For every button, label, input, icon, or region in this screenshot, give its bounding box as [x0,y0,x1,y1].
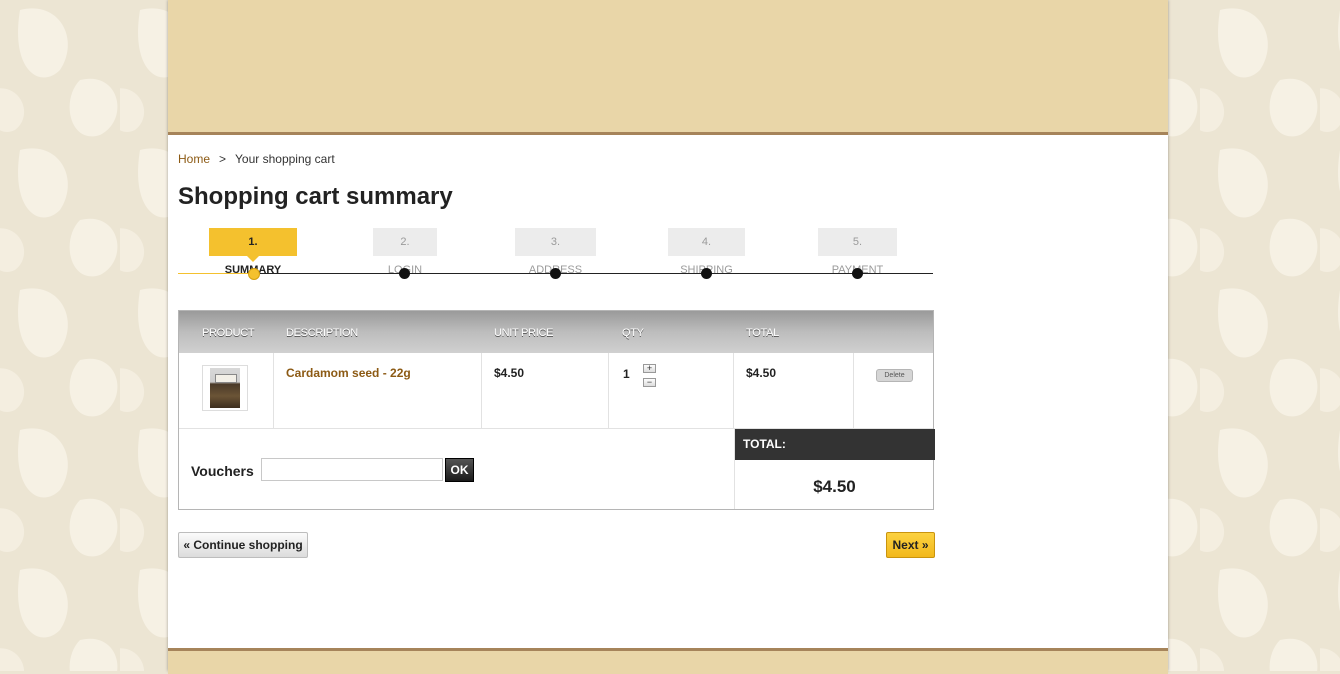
checkout-steps: 1. Summary 2. Login 3. Address 4. Shippi… [178,228,934,288]
table-row: Cardamom seed - 22g $4.50 1 + − $4.50 De… [179,353,933,428]
breadcrumb-home-link[interactable]: Home [178,152,210,166]
site-footer [168,648,1168,674]
column-qty: Qty [622,327,644,339]
quantity-decrease-button[interactable]: − [643,378,656,387]
product-unit-price: $4.50 [494,366,525,380]
cart-total-block: TOTAL: $4.50 [734,429,935,509]
step-progress-line-done [178,273,253,274]
column-divider [733,353,734,428]
total-label: TOTAL: [735,429,935,460]
step-dot-shipping [701,268,712,279]
step-payment[interactable]: 5. Payment [818,228,897,276]
step-dot-address [550,268,561,279]
column-divider [273,353,274,428]
product-quantity: 1 [623,367,630,381]
step-login[interactable]: 2. Login [373,228,437,276]
column-divider [481,353,482,428]
step-summary[interactable]: 1. Summary [209,228,297,276]
delete-item-button[interactable]: Delete [876,369,913,382]
voucher-code-input[interactable] [261,458,443,481]
product-thumbnail[interactable] [202,365,248,411]
column-total: Total [746,327,779,339]
step-dot-login [399,268,410,279]
cart-table: Product Description Unit price Qty Total… [178,310,935,510]
next-button[interactable]: Next » [886,532,935,558]
step-dot-payment [852,268,863,279]
cart-table-header: Product Description Unit price Qty Total [179,311,933,353]
column-product: Product [202,327,255,339]
step-shipping[interactable]: 4. Shipping [668,228,745,276]
product-package-image [210,368,240,408]
continue-shopping-button[interactable]: « Continue shopping [178,532,308,558]
step-address[interactable]: 3. Address [515,228,596,276]
column-divider [608,353,609,428]
page-title: Shopping cart summary [178,183,453,210]
product-name-link[interactable]: Cardamom seed - 22g [286,366,411,380]
vouchers-label: Vouchers [191,463,254,479]
breadcrumb-current: Your shopping cart [235,152,335,166]
step-progress-line [253,273,933,274]
total-value: $4.50 [813,477,856,496]
step-dot-summary [248,268,260,280]
column-unit-price: Unit price [494,327,554,339]
product-line-total: $4.50 [746,366,777,380]
site-header [168,0,1168,135]
column-description: Description [286,327,358,339]
page-container: Home > Your shopping cart Shopping cart su… [168,0,1168,674]
breadcrumb-separator: > [219,152,227,166]
breadcrumb: Home > Your shopping cart [178,152,335,166]
column-divider [853,353,854,428]
quantity-increase-button[interactable]: + [643,364,656,373]
voucher-ok-button[interactable]: OK [445,458,474,482]
